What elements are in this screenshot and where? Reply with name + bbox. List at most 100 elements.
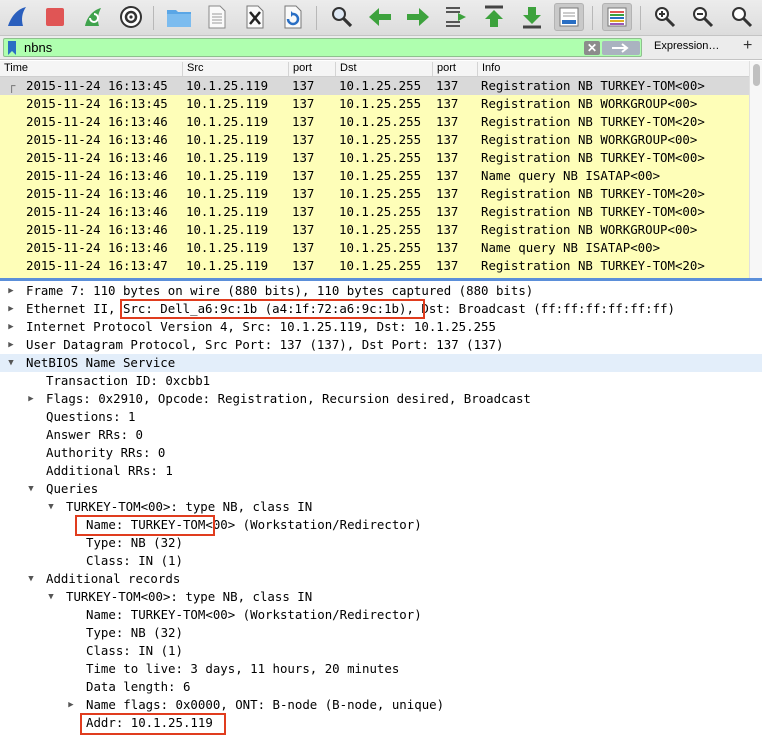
tree-item-label: Flags: 0x2910, Opcode: Registration, Rec… xyxy=(46,391,531,406)
apply-filter-button[interactable] xyxy=(602,41,640,55)
collapse-triangle-icon[interactable]: ▼ xyxy=(26,480,36,498)
tree-item-transaction-id[interactable]: Transaction ID: 0xcbb1 xyxy=(0,372,762,390)
tree-item-label: Class: IN (1) xyxy=(86,553,183,568)
packet-list-scrollbar[interactable] xyxy=(749,61,762,278)
tree-item-additional-type[interactable]: Type: NB (32) xyxy=(0,624,762,642)
packet-cell-sport: 137 xyxy=(292,150,315,165)
tree-item-additional-rrs[interactable]: Additional RRs: 1 xyxy=(0,462,762,480)
tree-item-nbns[interactable]: ▼ NetBIOS Name Service xyxy=(0,354,762,372)
expand-triangle-icon[interactable]: ▶ xyxy=(66,696,76,714)
packet-row[interactable]: 2015-11-24 16:13:45 10.1.25.119 137 10.1.25… xyxy=(0,95,749,113)
reload-icon[interactable] xyxy=(278,3,308,31)
packet-row[interactable]: 2015-11-24 16:13:46 10.1.25.119 137 10.1.25… xyxy=(0,131,749,149)
packet-cell-sport: 137 xyxy=(292,186,315,201)
tree-item-query-entry[interactable]: ▼ TURKEY-TOM<00>: type NB, class IN xyxy=(0,498,762,516)
collapse-triangle-icon[interactable]: ▼ xyxy=(46,588,56,606)
packet-cell-sport: 137 xyxy=(292,114,315,129)
zoom-out-icon[interactable] xyxy=(688,3,718,31)
tree-item-ip[interactable]: ▶ Internet Protocol Version 4, Src: 10.1… xyxy=(0,318,762,336)
autoscroll-icon[interactable] xyxy=(554,3,584,31)
bookmark-icon[interactable] xyxy=(7,41,17,55)
expand-triangle-icon[interactable]: ▶ xyxy=(6,318,16,336)
packet-row[interactable]: 2015-11-24 16:13:46 10.1.25.119 137 10.1.25… xyxy=(0,113,749,131)
file-icon[interactable] xyxy=(202,3,232,31)
packet-row[interactable]: 2015-11-24 16:13:46 10.1.25.119 137 10.1.25… xyxy=(0,185,749,203)
tree-item-data-length[interactable]: Data length: 6 xyxy=(0,678,762,696)
packet-row[interactable]: 2015-11-24 16:13:46 10.1.25.119 137 10.1.25… xyxy=(0,239,749,257)
packet-cell-dport: 137 xyxy=(436,240,459,255)
toolbar-separator xyxy=(153,6,154,30)
scrollbar-thumb[interactable] xyxy=(753,64,760,86)
expression-button[interactable]: Expression… xyxy=(654,40,719,52)
tree-item-questions[interactable]: Questions: 1 xyxy=(0,408,762,426)
packet-cell-src: 10.1.25.119 xyxy=(186,132,269,147)
packet-cell-dst: 10.1.25.255 xyxy=(339,222,422,237)
packet-cell-dst: 10.1.25.255 xyxy=(339,258,422,273)
restart-icon[interactable] xyxy=(78,3,108,31)
expand-triangle-icon[interactable]: ▶ xyxy=(6,336,16,354)
packet-cell-src: 10.1.25.119 xyxy=(186,204,269,219)
search-icon[interactable] xyxy=(327,3,357,31)
tree-item-answer-rrs[interactable]: Answer RRs: 0 xyxy=(0,426,762,444)
tree-item-additional-class[interactable]: Class: IN (1) xyxy=(0,642,762,660)
close-file-icon[interactable] xyxy=(240,3,270,31)
folder-icon[interactable] xyxy=(164,3,194,31)
tree-item-queries[interactable]: ▼ Queries xyxy=(0,480,762,498)
colorize-icon[interactable] xyxy=(602,3,632,31)
expand-triangle-icon[interactable]: ▶ xyxy=(6,282,16,300)
packet-row[interactable]: 2015-11-24 16:13:46 10.1.25.119 137 10.1.25… xyxy=(0,221,749,239)
tree-item-frame[interactable]: ▶ Frame 7: 110 bytes on wire (880 bits),… xyxy=(0,282,762,300)
packet-cell-time: 2015-11-24 16:13:46 xyxy=(26,132,168,147)
packet-row[interactable]: 2015-11-24 16:13:46 10.1.25.119 137 10.1.25… xyxy=(0,149,749,167)
packet-row[interactable]: 2015-11-24 16:13:47 10.1.25.119 137 10.1.25… xyxy=(0,257,749,275)
go-to-packet-icon[interactable] xyxy=(441,3,471,31)
zoom-reset-icon[interactable] xyxy=(730,3,762,31)
related-packet-bracket-icon: ┌ xyxy=(8,78,16,93)
packet-cell-dport: 137 xyxy=(436,150,459,165)
packet-row[interactable]: ┌ 2015-11-24 16:13:45 10.1.25.119 137 10.1.2… xyxy=(0,77,749,95)
back-arrow-icon[interactable] xyxy=(365,3,395,31)
tree-item-flags[interactable]: ▶ Flags: 0x2910, Opcode: Registration, R… xyxy=(0,390,762,408)
expand-triangle-icon[interactable]: ▶ xyxy=(6,300,16,318)
packet-cell-sport: 137 xyxy=(292,240,315,255)
filter-text[interactable]: nbns xyxy=(24,40,52,55)
clear-filter-button[interactable]: ✕ xyxy=(584,41,600,55)
last-packet-icon[interactable] xyxy=(517,3,547,31)
column-header-dst[interactable]: Dst xyxy=(335,62,357,76)
tree-item-query-class[interactable]: Class: IN (1) xyxy=(0,552,762,570)
tree-item-additional-name[interactable]: Name: TURKEY-TOM<00> (Workstation/Redire… xyxy=(0,606,762,624)
add-filter-button[interactable]: + xyxy=(743,37,752,55)
tree-item-query-type[interactable]: Type: NB (32) xyxy=(0,534,762,552)
tree-item-authority-rrs[interactable]: Authority RRs: 0 xyxy=(0,444,762,462)
packet-cell-info: Name query NB ISATAP<00> xyxy=(481,168,661,183)
first-packet-icon[interactable] xyxy=(479,3,509,31)
shark-fin-icon[interactable] xyxy=(2,3,32,31)
collapse-triangle-icon[interactable]: ▼ xyxy=(46,498,56,516)
zoom-in-icon[interactable] xyxy=(650,3,680,31)
column-header-dst-port[interactable]: port xyxy=(432,62,456,76)
column-header-time[interactable]: Time xyxy=(0,62,28,76)
tree-item-name-flags[interactable]: ▶ Name flags: 0x0000, ONT: B-node (B-nod… xyxy=(0,696,762,714)
packet-cell-src: 10.1.25.119 xyxy=(186,114,269,129)
tree-item-additional-entry[interactable]: ▼ TURKEY-TOM<00>: type NB, class IN xyxy=(0,588,762,606)
collapse-triangle-icon[interactable]: ▼ xyxy=(26,570,36,588)
expand-triangle-icon[interactable]: ▶ xyxy=(26,390,36,408)
forward-arrow-icon[interactable] xyxy=(403,3,433,31)
column-header-src-port[interactable]: port xyxy=(288,62,312,76)
tree-item-label: TURKEY-TOM<00>: type NB, class IN xyxy=(66,589,313,604)
packet-cell-dst: 10.1.25.255 xyxy=(339,204,422,219)
gear-icon[interactable] xyxy=(116,3,146,31)
column-header-info[interactable]: Info xyxy=(477,62,500,76)
tree-item-additional-records[interactable]: ▼ Additional records xyxy=(0,570,762,588)
packet-row[interactable]: 2015-11-24 16:13:46 10.1.25.119 137 10.1.25… xyxy=(0,167,749,185)
tree-item-ttl[interactable]: Time to live: 3 days, 11 hours, 20 minut… xyxy=(0,660,762,678)
packet-row[interactable]: 2015-11-24 16:13:46 10.1.25.119 137 10.1.25… xyxy=(0,203,749,221)
stop-icon[interactable] xyxy=(40,3,70,31)
display-filter-input[interactable]: nbns ✕ xyxy=(3,38,642,57)
collapse-triangle-icon[interactable]: ▼ xyxy=(6,354,16,372)
column-header-src[interactable]: Src xyxy=(182,62,204,76)
annotation-box-query-name xyxy=(75,515,215,536)
tree-item-udp[interactable]: ▶ User Datagram Protocol, Src Port: 137 … xyxy=(0,336,762,354)
packet-cell-time: 2015-11-24 16:13:45 xyxy=(26,78,168,93)
tree-item-label: Additional RRs: 1 xyxy=(46,463,173,478)
